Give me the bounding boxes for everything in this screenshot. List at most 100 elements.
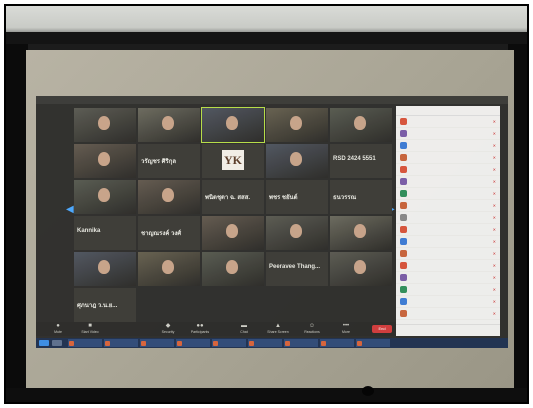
participant-video-tile[interactable] (74, 180, 136, 214)
avatar (400, 214, 407, 221)
taskbar-app-button[interactable] (68, 339, 102, 347)
participant-row[interactable]: ✕ (396, 260, 500, 272)
participant-row[interactable]: ✕ (396, 128, 500, 140)
end-meeting-button[interactable]: End (372, 325, 392, 333)
participant-video-tile[interactable] (138, 252, 200, 286)
muted-microphone-icon: ✕ (492, 287, 496, 292)
participant-row[interactable]: ✕ (396, 308, 500, 320)
participant-logo: YK (222, 150, 244, 170)
participant-row[interactable]: ✕ (396, 176, 500, 188)
avatar (400, 226, 407, 233)
avatar (400, 250, 407, 257)
more-icon: ••• (342, 323, 350, 329)
taskbar-app-button[interactable] (212, 339, 246, 347)
participant-row[interactable]: ✕ (396, 200, 500, 212)
chat-button[interactable]: ▬ Chat (230, 323, 258, 334)
muted-microphone-icon: ✕ (492, 299, 496, 304)
participant-face (226, 224, 238, 238)
participant-video-tile[interactable] (266, 144, 328, 178)
taskbar-app-button[interactable] (320, 339, 354, 347)
mute-button[interactable]: ● Mute (44, 323, 72, 334)
search-icon[interactable] (52, 340, 62, 346)
participant-video-tile[interactable] (74, 144, 136, 178)
participant-row[interactable]: ✕ (396, 188, 500, 200)
participant-row[interactable]: ✕ (396, 224, 500, 236)
avatar (400, 142, 407, 149)
avatar (400, 190, 407, 197)
muted-microphone-icon: ✕ (492, 167, 496, 172)
participant-row[interactable]: ✕ (396, 296, 500, 308)
participant-face (290, 116, 302, 130)
participant-video-tile[interactable]: YK (202, 144, 264, 178)
participant-video-tile[interactable]: Peeravee Thang... (266, 252, 328, 286)
chat-icon: ▬ (241, 323, 247, 329)
participant-video-tile[interactable] (266, 108, 328, 142)
taskbar-app-button[interactable] (104, 339, 138, 347)
more-button[interactable]: ••• More (332, 323, 360, 334)
participant-video-tile[interactable]: ธนวรรณ (330, 180, 392, 214)
start-icon[interactable] (39, 340, 49, 346)
avatar (400, 202, 407, 209)
taskbar-app-button[interactable] (176, 339, 210, 347)
toolbar-label: Security (161, 330, 175, 334)
participant-video-tile[interactable]: วรัญชร ศิริกุล (138, 144, 200, 178)
participant-face (226, 116, 238, 130)
participant-video-tile[interactable] (202, 216, 264, 250)
participant-row[interactable]: ✕ (396, 272, 500, 284)
participant-row[interactable]: ✕ (396, 284, 500, 296)
participant-video-tile[interactable] (330, 108, 392, 142)
participant-video-tile[interactable]: ชาญณรงค์ วงศ์ (138, 216, 200, 250)
participant-video-tile[interactable]: พชร ชยันต์ (266, 180, 328, 214)
taskbar-app-button[interactable] (248, 339, 282, 347)
participant-row[interactable]: ✕ (396, 152, 500, 164)
participant-video-tile[interactable] (74, 108, 136, 142)
participant-video-tile[interactable] (202, 252, 264, 286)
participant-video-tile[interactable]: RSD 2424 5551 (330, 144, 392, 178)
participant-face (290, 224, 302, 238)
muted-microphone-icon: ✕ (492, 227, 496, 232)
participant-video-tile[interactable] (201, 107, 265, 143)
share-screen-button[interactable]: ▲ Share Screen (264, 323, 292, 334)
toolbar-label: Reactions (304, 330, 320, 334)
avatar (400, 310, 407, 317)
participant-row[interactable]: ✕ (396, 140, 500, 152)
participant-video-tile[interactable]: พนิตชุดา ฉ. สสส. (202, 180, 264, 214)
participant-video-tile[interactable] (330, 252, 392, 286)
toolbar-label: Participants (190, 330, 210, 334)
participant-video-tile[interactable] (138, 180, 200, 214)
meeting-toolbar: End ● Mute ■ Start Video ◆ Security ●● Particip… (36, 322, 396, 336)
participant-row[interactable]: ✕ (396, 212, 500, 224)
taskbar-app-button[interactable] (284, 339, 318, 347)
taskbar-app-button[interactable] (356, 339, 390, 347)
participant-row[interactable]: ✕ (396, 116, 500, 128)
muted-microphone-icon: ✕ (492, 131, 496, 136)
participants-button[interactable]: ●● Participants (186, 323, 214, 334)
participant-row[interactable]: ✕ (396, 164, 500, 176)
previous-page-arrow-icon[interactable]: ◀ (66, 204, 74, 215)
participant-face (354, 260, 366, 274)
video-camera-icon: ■ (88, 323, 92, 329)
reactions-button[interactable]: ☺ Reactions (298, 323, 326, 334)
participant-display-name: Peeravee Thang... (269, 264, 321, 270)
avatar (400, 130, 407, 137)
participants-list: ✕ ✕ ✕ ✕ ✕ ✕ ✕ ✕ ✕ ✕ ✕ ✕ ✕ ✕ ✕ ✕ ✕ (396, 116, 500, 320)
muted-microphone-icon: ✕ (492, 179, 496, 184)
toolbar-label: Mute (54, 330, 62, 334)
participant-row[interactable]: ✕ (396, 236, 500, 248)
participant-row[interactable]: ✕ (396, 248, 500, 260)
participant-video-tile[interactable]: Kannika (74, 216, 136, 250)
participant-video-tile[interactable] (138, 108, 200, 142)
muted-microphone-icon: ✕ (492, 143, 496, 148)
participant-video-tile[interactable] (330, 216, 392, 250)
toolbar-label: Start Video (81, 330, 99, 334)
security-button[interactable]: ◆ Security (154, 323, 182, 334)
participants-panel: ✕ ✕ ✕ ✕ ✕ ✕ ✕ ✕ ✕ ✕ ✕ ✕ ✕ ✕ ✕ ✕ ✕ (396, 106, 500, 336)
participant-face (98, 188, 110, 202)
start-video-button[interactable]: ■ Start Video (76, 323, 104, 334)
participant-face (98, 152, 110, 166)
participant-video-tile[interactable] (74, 252, 136, 286)
participant-video-tile[interactable] (266, 216, 328, 250)
avatar (400, 238, 407, 245)
taskbar-app-button[interactable] (140, 339, 174, 347)
participant-video-tile[interactable]: ศุภนาฎ ว.น.ย... (74, 288, 136, 322)
